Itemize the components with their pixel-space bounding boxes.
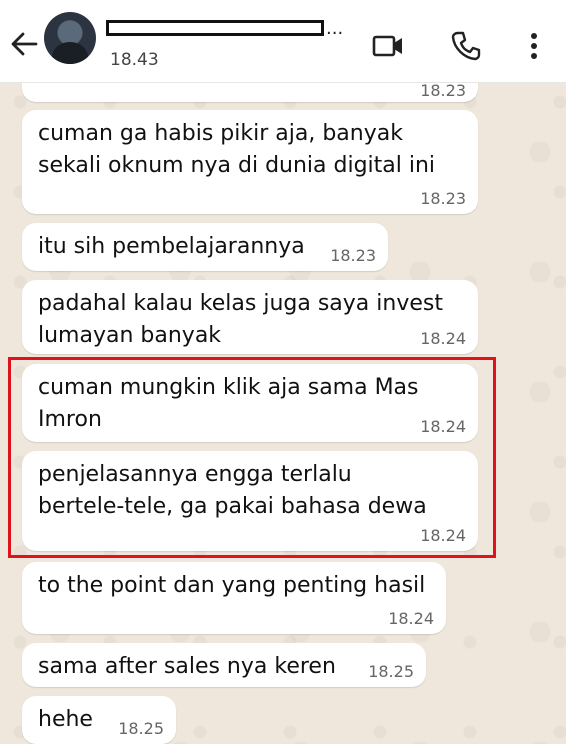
highlight-box [8, 357, 496, 558]
message-text: to the point dan yang penting hasil [38, 573, 426, 598]
message-bubble[interactable]: padahal kalau kelas juga saya invest lum… [22, 280, 478, 354]
message-text: padahal kalau kelas juga saya invest lum… [38, 291, 443, 348]
message-time: 18.24 [420, 329, 466, 348]
message-bubble[interactable]: hehe 18.25 [22, 696, 176, 744]
message-bubble[interactable]: to the point dan yang penting hasil 18.2… [22, 562, 446, 634]
contact-name-ellipsis: ... [326, 18, 344, 39]
message-text: sama after sales nya keren [38, 654, 336, 679]
more-vertical-icon[interactable] [516, 28, 552, 64]
message-time: 18.25 [368, 662, 414, 681]
message-bubble[interactable]: itu sih pembelajarannya 18.23 [22, 223, 388, 271]
message-text: itu sih pembelajarannya [38, 234, 305, 259]
contact-name-redacted[interactable] [106, 20, 324, 36]
video-call-icon[interactable] [370, 28, 406, 64]
last-seen-time: 18.43 [110, 50, 159, 70]
message-time: 18.23 [330, 246, 376, 265]
message-bubble[interactable]: cuman ga habis pikir aja, banyak sekali … [22, 110, 478, 214]
message-time: 18.25 [118, 719, 164, 738]
message-time: 18.23 [420, 189, 466, 208]
phone-icon[interactable] [448, 28, 484, 64]
message-text: cuman ga habis pikir aja, banyak sekali … [38, 121, 436, 178]
message-bubble[interactable]: sama after sales nya keren 18.25 [22, 643, 426, 687]
arrow-left-icon[interactable] [8, 28, 40, 60]
chat-header: ... 18.43 [0, 0, 566, 83]
message-time: 18.23 [420, 81, 466, 100]
avatar[interactable] [44, 12, 96, 64]
message-time: 18.24 [388, 609, 434, 628]
